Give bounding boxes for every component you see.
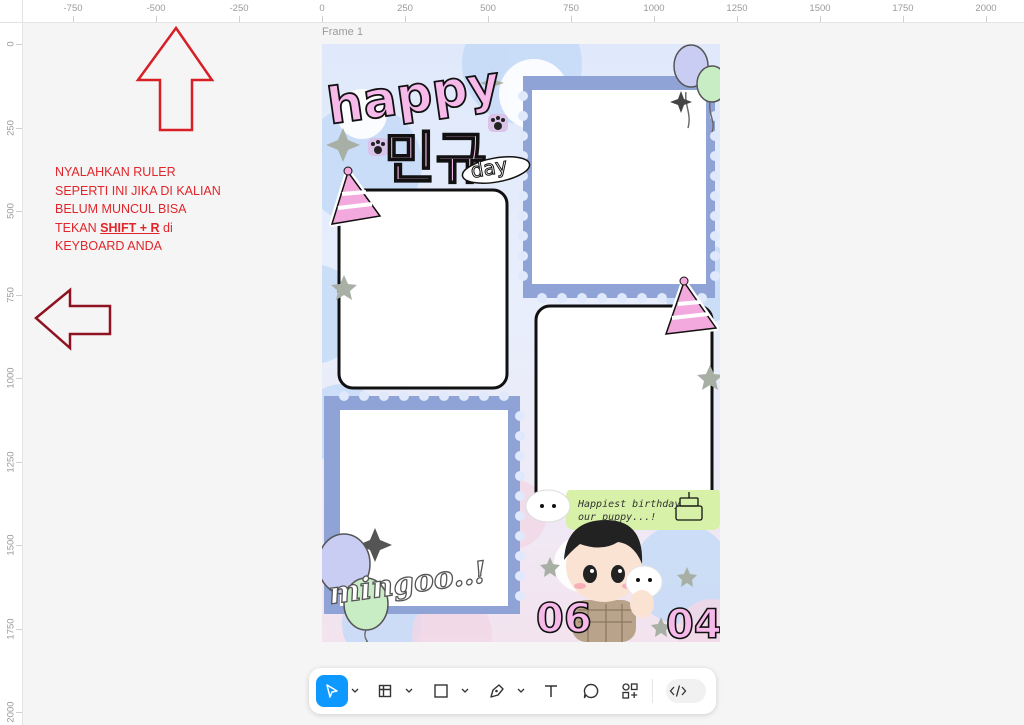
ruler-left-tick bbox=[16, 628, 22, 630]
frame-tool-button[interactable] bbox=[369, 675, 401, 707]
design-artwork: happy 민규 day Happiest birthday our puppy… bbox=[322, 44, 720, 642]
frame-1[interactable]: happy 민규 day Happiest birthday our puppy… bbox=[322, 44, 720, 642]
chevron-down-icon bbox=[351, 688, 359, 693]
note-line-2: SEPERTI INI JIKA DI KALIAN bbox=[55, 183, 221, 198]
horizontal-ruler[interactable]: -750 -500 -250 0 250 500 750 1000 1250 1500 1750 20… bbox=[0, 0, 1024, 23]
ruler-top-tick bbox=[73, 16, 74, 22]
move-tool-button[interactable] bbox=[316, 675, 348, 707]
title-happy: happy bbox=[324, 54, 504, 136]
toolbar-divider bbox=[652, 679, 653, 703]
pen-icon bbox=[490, 684, 504, 698]
ruler-top-label: 2000 bbox=[975, 3, 997, 14]
bottom-toolbar bbox=[309, 668, 716, 714]
ruler-top-tick bbox=[654, 16, 655, 22]
ruler-corner bbox=[0, 0, 23, 23]
ruler-left-label: 1250 bbox=[5, 450, 17, 473]
ruler-top-label: 500 bbox=[480, 3, 496, 14]
ruler-top-tick bbox=[405, 16, 406, 22]
ruler-top-label: 750 bbox=[563, 3, 579, 14]
ruler-top-tick bbox=[820, 16, 821, 22]
shape-tool-caret[interactable] bbox=[459, 683, 471, 699]
ruler-left-tick bbox=[16, 461, 22, 463]
ruler-top-label: 1250 bbox=[726, 3, 748, 14]
date-day: 04 bbox=[666, 602, 720, 642]
ruler-left-label: 0 bbox=[5, 41, 17, 47]
ruler-top-label: 1750 bbox=[892, 3, 914, 14]
ruler-top-tick bbox=[322, 16, 323, 22]
ruler-top-tick bbox=[488, 16, 489, 22]
date-month: 06 bbox=[536, 596, 592, 642]
code-brackets-icon bbox=[669, 685, 687, 697]
vertical-ruler[interactable]: 0 250 500 750 1000 1250 1500 1750 2000 bbox=[0, 22, 23, 725]
comment-tool-button[interactable] bbox=[575, 675, 607, 707]
ruler-instruction-note: NYALAHKAN RULER SEPERTI INI JIKA DI KALI… bbox=[55, 163, 255, 256]
ruler-left-label: 1500 bbox=[5, 534, 17, 556]
ruler-top-tick bbox=[156, 16, 157, 22]
ruler-top-tick bbox=[986, 16, 987, 22]
ruler-left-tick bbox=[16, 294, 22, 296]
text-icon bbox=[545, 685, 557, 697]
ruler-top-tick bbox=[571, 16, 572, 22]
ruler-left-label: 250 bbox=[5, 119, 17, 136]
ruler-left-tick bbox=[16, 127, 22, 129]
note-line-4: TEKAN SHIFT + R di bbox=[55, 220, 173, 235]
ruler-top-label: 250 bbox=[397, 3, 413, 14]
actions-tool-button[interactable] bbox=[614, 675, 646, 707]
chevron-down-icon bbox=[517, 688, 525, 693]
cursor-arrow-icon bbox=[326, 684, 338, 698]
note-line-5: KEYBOARD ANDA bbox=[55, 239, 162, 253]
ruler-left-label: 500 bbox=[5, 203, 17, 219]
note-line-3: BELUM MUNCUL BISA bbox=[55, 202, 187, 216]
ruler-left-tick bbox=[16, 545, 22, 546]
shape-tool-button[interactable] bbox=[425, 675, 457, 707]
ruler-top-tick bbox=[903, 16, 904, 22]
ruler-left-tick bbox=[16, 712, 22, 713]
chevron-down-icon bbox=[405, 688, 413, 693]
ruler-top-label: 0 bbox=[319, 3, 325, 14]
note-line-1: NYALAHKAN RULER bbox=[55, 165, 176, 179]
comment-icon bbox=[583, 683, 599, 699]
ruler-left-label: 1750 bbox=[5, 617, 17, 640]
speech-line-1: Happiest birthday bbox=[577, 499, 680, 510]
ruler-left-label: 750 bbox=[5, 286, 17, 303]
photo-slot-top-right bbox=[518, 76, 720, 303]
ruler-top-label: 1000 bbox=[643, 3, 665, 14]
pen-tool-button[interactable] bbox=[481, 675, 513, 707]
ruler-top-label: -500 bbox=[146, 3, 166, 14]
frame-icon bbox=[378, 684, 392, 698]
ruler-left-tick bbox=[16, 378, 22, 379]
rectangle-icon bbox=[434, 684, 448, 698]
ruler-left-label: 1000 bbox=[5, 367, 17, 389]
left-arrow-annotation bbox=[34, 287, 112, 351]
move-tool-caret[interactable] bbox=[349, 683, 361, 699]
ruler-top-tick bbox=[737, 16, 738, 22]
ruler-top-tick bbox=[239, 16, 240, 22]
shortcut-key: SHIFT + R bbox=[100, 220, 160, 235]
ruler-top-label: -250 bbox=[229, 3, 249, 14]
frame-tool-caret[interactable] bbox=[403, 683, 415, 699]
frame-name-label[interactable]: Frame 1 bbox=[322, 26, 363, 38]
shapes-plus-icon bbox=[622, 683, 638, 699]
dev-mode-button[interactable] bbox=[662, 675, 694, 707]
text-tool-button[interactable] bbox=[535, 675, 567, 707]
ruler-left-label: 2000 bbox=[5, 701, 17, 723]
ruler-top-label: 1500 bbox=[809, 3, 831, 14]
speech-line-2: our puppy...! bbox=[578, 512, 656, 523]
ruler-left-tick bbox=[16, 44, 22, 45]
ruler-left-tick bbox=[16, 211, 22, 212]
chevron-down-icon bbox=[461, 688, 469, 693]
puppy-cloud-left bbox=[525, 489, 571, 523]
up-arrow-annotation bbox=[135, 25, 215, 132]
ruler-top-label: -750 bbox=[63, 3, 83, 14]
pen-tool-caret[interactable] bbox=[515, 683, 527, 699]
photo-slot-right bbox=[534, 304, 714, 508]
